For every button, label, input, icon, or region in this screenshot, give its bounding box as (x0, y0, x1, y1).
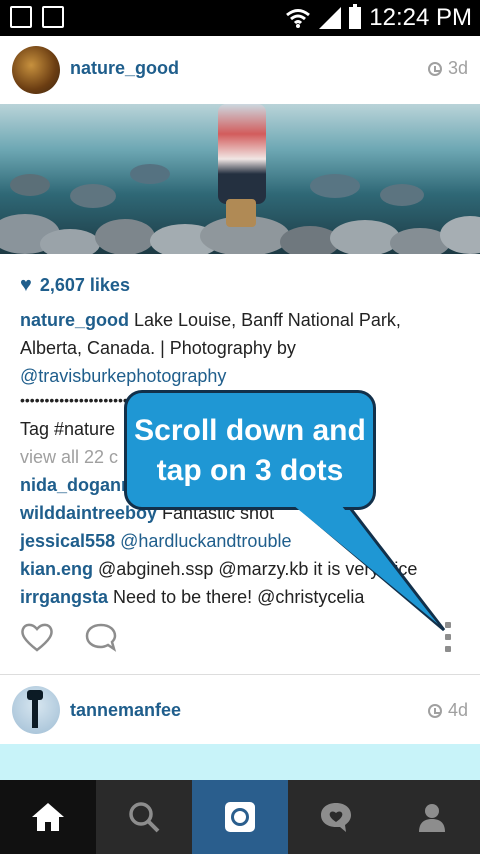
post-time-label: 4d (447, 700, 468, 720)
home-icon (32, 803, 64, 831)
heart-small-icon: ♥ (20, 274, 32, 296)
gallery-icon (42, 6, 64, 28)
comment-username[interactable]: kian.eng (20, 559, 93, 579)
tooltip-text: Scroll down and tap on 3 dots (134, 414, 366, 487)
tooltip-callout: Scroll down and tap on 3 dots (124, 390, 376, 510)
like-heart-icon[interactable] (20, 622, 54, 652)
post-divider (0, 674, 480, 675)
comment-text: @hardluckandtrouble (115, 531, 292, 551)
camera-icon (225, 802, 255, 832)
bottom-tab-bar (0, 780, 480, 854)
comment-username[interactable]: jessical558 (20, 531, 115, 551)
battery-icon (349, 4, 362, 29)
lamppost-silhouette (27, 690, 43, 728)
tab-activity[interactable] (288, 780, 384, 854)
comment: irrgangsta Need to be there! @christycel… (20, 587, 364, 608)
comment-bubble-icon[interactable] (84, 622, 118, 652)
comment-username[interactable]: irrgangsta (20, 587, 108, 607)
post-photo[interactable] (0, 744, 480, 780)
search-icon (129, 802, 160, 833)
post-time-label: 3d (447, 58, 468, 78)
tab-profile[interactable] (384, 780, 480, 854)
status-bar: 12:24 PM (0, 0, 480, 36)
clock-icon (427, 61, 442, 76)
post-header: tannemanfee 4d (0, 676, 480, 744)
post-username[interactable]: tannemanfee (70, 700, 181, 721)
likes-label: 2,607 likes (39, 275, 130, 295)
post-username[interactable]: nature_good (70, 58, 179, 79)
clock-icon (427, 703, 442, 718)
post-time: 4d (427, 700, 468, 721)
post-time: 3d (427, 58, 468, 79)
profile-icon (419, 804, 445, 832)
caption-mention[interactable]: @travisburkephotography (20, 366, 226, 386)
more-options-icon[interactable] (440, 622, 456, 652)
post-actions (0, 616, 480, 664)
comment-text: @abgineh.ssp @marzy.kb it is very nice (93, 559, 418, 579)
activity-icon (321, 803, 351, 832)
comment: jessical558 @hardluckandtrouble (20, 531, 291, 552)
comment-username[interactable]: nida_dogann (20, 475, 132, 495)
signal-icon (319, 7, 342, 29)
caption-username[interactable]: nature_good (20, 310, 129, 330)
comment-text: Need to be there! @christycelia (108, 587, 365, 607)
caption: nature_good Lake Louise, Banff National … (20, 306, 460, 390)
boots (226, 199, 256, 227)
person-figure (218, 104, 266, 204)
view-all-comments[interactable]: view all 22 c (20, 447, 118, 468)
comment: nida_dogann (20, 475, 132, 496)
status-time: 12:24 PM (369, 4, 472, 31)
avatar[interactable] (12, 46, 60, 94)
post-photo[interactable] (0, 104, 480, 254)
wifi-icon (286, 9, 311, 28)
tab-search[interactable] (96, 780, 192, 854)
post-header: nature_good 3d (0, 36, 480, 105)
comment: kian.eng @abgineh.ssp @marzy.kb it is ve… (20, 559, 417, 580)
caption-tag: Tag #nature (20, 419, 116, 439)
tab-home[interactable] (0, 780, 96, 854)
notification-icon (10, 6, 32, 28)
likes-count[interactable]: ♥ 2,607 likes (20, 274, 130, 297)
tab-camera[interactable] (192, 780, 288, 854)
